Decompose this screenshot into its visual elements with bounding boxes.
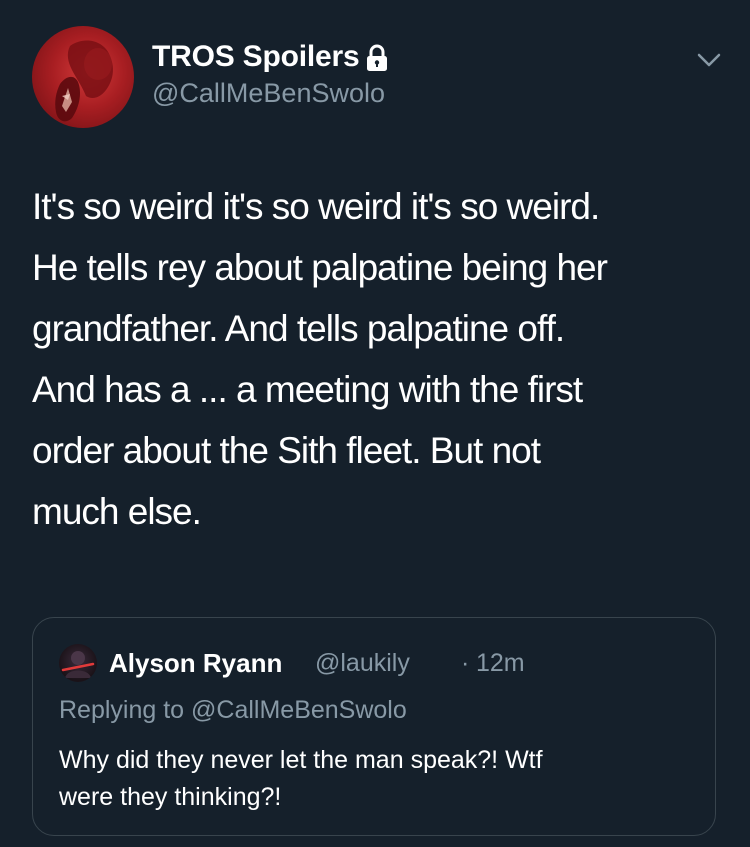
quoted-text-line: were they thinking?! — [59, 783, 282, 811]
lock-icon — [367, 44, 387, 71]
quoted-tweet-card[interactable]: Alyson Ryann @laukily · 12m Replying to … — [32, 617, 716, 836]
quoted-timestamp[interactable]: 12m — [476, 649, 525, 678]
tweet-text-line: order about the Sith fleet. But not — [32, 430, 541, 471]
tweet-text-line: It's so weird it's so weird it's so weir… — [32, 186, 600, 227]
profile-avatar[interactable] — [32, 26, 134, 128]
tweet-text-line: And has a ... a meeting with the first — [32, 369, 583, 410]
replying-to: Replying to @CallMeBenSwolo — [59, 696, 407, 724]
user-handle[interactable]: @CallMeBenSwolo — [152, 78, 385, 109]
tweet-text-line: grandfather. And tells palpatine off. — [32, 308, 565, 349]
tweet: TROS Spoilers @CallMeBenSwolo It's so we… — [0, 0, 750, 847]
tweet-text: It's so weird it's so weird it's so weir… — [32, 176, 732, 542]
quoted-avatar-image — [61, 651, 95, 678]
quoted-display-name[interactable]: Alyson Ryann — [109, 648, 282, 679]
tweet-text-line: much else. — [32, 491, 202, 532]
chevron-down-icon[interactable] — [696, 50, 722, 70]
quoted-text-line: Why did they never let the man speak?! W… — [59, 746, 543, 774]
display-name[interactable]: TROS Spoilers — [152, 40, 360, 74]
tweet-text-line: He tells rey about palpatine being her — [32, 247, 608, 288]
quoted-avatar[interactable] — [59, 644, 97, 682]
separator-dot: · — [461, 649, 470, 677]
quoted-handle[interactable]: @laukily — [315, 649, 410, 678]
quoted-tweet-text: Why did they never let the man speak?! W… — [59, 742, 699, 816]
avatar-image — [55, 40, 113, 122]
